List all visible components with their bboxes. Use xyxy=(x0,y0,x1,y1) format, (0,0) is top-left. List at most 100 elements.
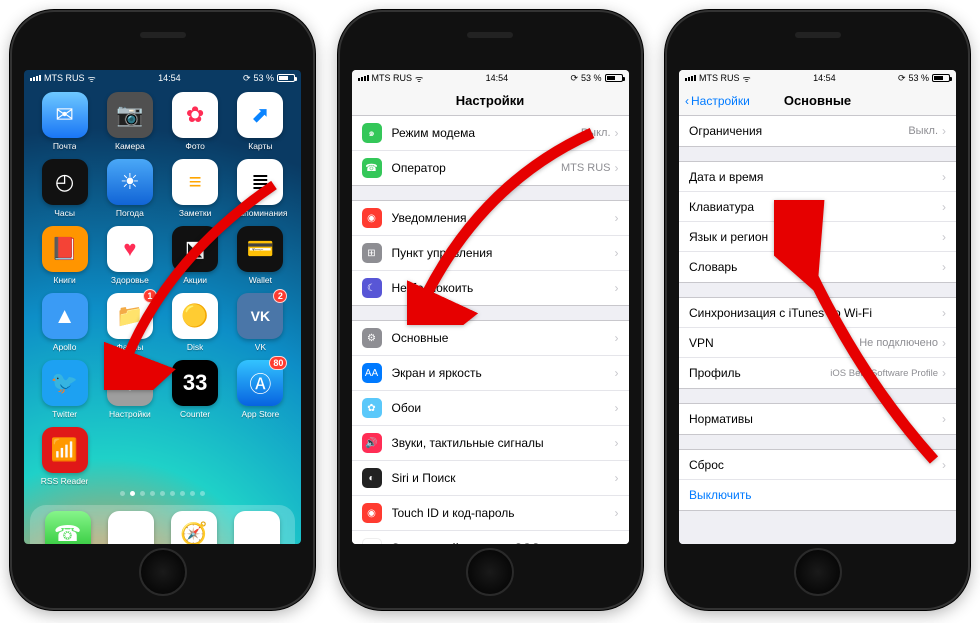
app-settings[interactable]: ⚙Настройки xyxy=(97,360,162,419)
siri-icon: ◐ xyxy=(362,468,382,488)
row-value: Выкл. xyxy=(581,127,611,139)
app-grid: ✉Почта 📷Камера ✿Фото ⬈Карты ◴Часы ☀Погод… xyxy=(24,86,301,486)
row-hotspot[interactable]: ๑Режим модемаВыкл.› xyxy=(352,116,629,151)
row-touchid[interactable]: ◉Touch ID и код-пароль› xyxy=(352,496,629,531)
row-shutdown[interactable]: Выключить xyxy=(679,480,956,510)
app-notes[interactable]: ≡Заметки xyxy=(163,159,228,218)
row-display[interactable]: AAЭкран и яркость› xyxy=(352,356,629,391)
row-label: Язык и регион xyxy=(689,230,942,244)
app-appstore[interactable]: Ⓐ80 App Store xyxy=(228,360,293,419)
wallpaper-icon: ✿ xyxy=(362,398,382,418)
status-bar: MTS RUS ᯤ 14:54 ⟳ 53 % xyxy=(679,70,956,86)
app-label: App Store xyxy=(241,409,279,419)
app-maps[interactable]: ⬈Карты xyxy=(228,92,293,151)
chevron-right-icon: › xyxy=(615,331,619,345)
safari-icon: 🧭 xyxy=(171,511,217,544)
appstore-icon: Ⓐ80 xyxy=(237,360,283,406)
telegram-icon: ➤ xyxy=(108,511,154,544)
app-wallet[interactable]: 💳Wallet xyxy=(228,226,293,285)
dock: ☎ ➤ 🧭 ♫ xyxy=(30,505,295,544)
app-health[interactable]: ♥Здоровье xyxy=(97,226,162,285)
row-dnd[interactable]: ☾Не беспокоить› xyxy=(352,271,629,305)
dock-music[interactable]: ♫ xyxy=(234,511,280,544)
app-reminders[interactable]: ≣Напоминания xyxy=(228,159,293,218)
app-camera[interactable]: 📷Камера xyxy=(97,92,162,151)
app-label: RSS Reader xyxy=(41,476,89,486)
music-icon: ♫ xyxy=(234,511,280,544)
row-value: iOS Beta Software Profile xyxy=(830,368,938,379)
row-wallpaper[interactable]: ✿Обои› xyxy=(352,391,629,426)
chevron-right-icon: › xyxy=(615,436,619,450)
row-language[interactable]: Язык и регион› xyxy=(679,222,956,252)
row-reset[interactable]: Сброс› xyxy=(679,450,956,480)
row-label: Основные xyxy=(392,331,615,345)
general-list[interactable]: ОграниченияВыкл.› Дата и время› Клавиату… xyxy=(679,116,956,544)
row-siri[interactable]: ◐Siri и Поиск› xyxy=(352,461,629,496)
orientation-lock-icon: ⟳ xyxy=(243,73,251,84)
app-books[interactable]: 📕Книги xyxy=(32,226,97,285)
orientation-lock-icon: ⟳ xyxy=(898,73,906,84)
chevron-right-icon: › xyxy=(615,506,619,520)
row-profile[interactable]: ПрофильiOS Beta Software Profile› xyxy=(679,358,956,388)
chevron-right-icon: › xyxy=(615,366,619,380)
app-label: Disk xyxy=(187,342,204,352)
row-itunes-sync[interactable]: Синхронизация с iTunes по Wi-Fi› xyxy=(679,298,956,328)
chevron-right-icon: › xyxy=(615,541,619,544)
app-label: Здоровье xyxy=(111,275,149,285)
row-legal[interactable]: Нормативы› xyxy=(679,404,956,434)
wifi-icon: ᯤ xyxy=(88,72,96,85)
page-dots[interactable] xyxy=(24,486,301,501)
back-label: Настройки xyxy=(691,94,750,108)
dock-telegram[interactable]: ➤ xyxy=(108,511,154,544)
orientation-lock-icon: ⟳ xyxy=(570,73,578,84)
app-label: VK xyxy=(255,342,266,352)
settings-icon: ⚙ xyxy=(107,360,153,406)
row-sound[interactable]: 🔊Звуки, тактильные сигналы› xyxy=(352,426,629,461)
app-vk[interactable]: VK2VK xyxy=(228,293,293,352)
chevron-right-icon: › xyxy=(615,126,619,140)
app-stocks[interactable]: ⬔Акции xyxy=(163,226,228,285)
settings-list[interactable]: ๑Режим модемаВыкл.› ☎ОператорMTS RUS› ◉У… xyxy=(352,116,629,544)
counter-icon: 33 xyxy=(172,360,218,406)
chevron-right-icon: › xyxy=(942,260,946,274)
maps-icon: ⬈ xyxy=(237,92,283,138)
row-sos[interactable]: SOSЭкстренный вызов — SOS› xyxy=(352,531,629,544)
row-value: Не подключено xyxy=(859,337,938,349)
app-label: Twitter xyxy=(52,409,77,419)
chevron-right-icon: › xyxy=(615,401,619,415)
control-center-icon: ⊞ xyxy=(362,243,382,263)
app-apollo[interactable]: ▲Apollo xyxy=(32,293,97,352)
row-notifications[interactable]: ◉Уведомления› xyxy=(352,201,629,236)
row-restrictions[interactable]: ОграниченияВыкл.› xyxy=(679,116,956,146)
mail-icon: ✉ xyxy=(42,92,88,138)
weather-icon: ☀ xyxy=(107,159,153,205)
row-label: Touch ID и код-пароль xyxy=(392,506,615,520)
dock-phone[interactable]: ☎ xyxy=(45,511,91,544)
row-control-center[interactable]: ⊞Пункт управления› xyxy=(352,236,629,271)
app-counter[interactable]: 33Counter xyxy=(163,360,228,419)
app-photos[interactable]: ✿Фото xyxy=(163,92,228,151)
row-keyboard[interactable]: Клавиатура› xyxy=(679,192,956,222)
row-dictionary[interactable]: Словарь› xyxy=(679,252,956,282)
app-disk[interactable]: 🟡Disk xyxy=(163,293,228,352)
row-vpn[interactable]: VPNНе подключено› xyxy=(679,328,956,358)
signal-icon xyxy=(30,75,41,81)
dock-safari[interactable]: 🧭 xyxy=(171,511,217,544)
app-twitter[interactable]: 🐦Twitter xyxy=(32,360,97,419)
status-time: 14:54 xyxy=(486,73,509,83)
app-rss[interactable]: 📶RSS Reader xyxy=(32,427,97,486)
app-files[interactable]: 📁1Файлы xyxy=(97,293,162,352)
group-sync: Синхронизация с iTunes по Wi-Fi› VPNНе п… xyxy=(679,297,956,389)
wifi-icon: ᯤ xyxy=(743,72,751,85)
row-general[interactable]: ⚙ Основные› xyxy=(352,321,629,356)
wifi-icon: ᯤ xyxy=(415,72,423,85)
app-mail[interactable]: ✉Почта xyxy=(32,92,97,151)
row-carrier[interactable]: ☎ОператорMTS RUS› xyxy=(352,151,629,185)
app-clock[interactable]: ◴Часы xyxy=(32,159,97,218)
badge: 1 xyxy=(143,289,157,303)
row-datetime[interactable]: Дата и время› xyxy=(679,162,956,192)
chevron-right-icon: › xyxy=(942,366,946,380)
back-button[interactable]: ‹Настройки xyxy=(685,94,750,108)
app-weather[interactable]: ☀Погода xyxy=(97,159,162,218)
general-icon: ⚙ xyxy=(362,328,382,348)
